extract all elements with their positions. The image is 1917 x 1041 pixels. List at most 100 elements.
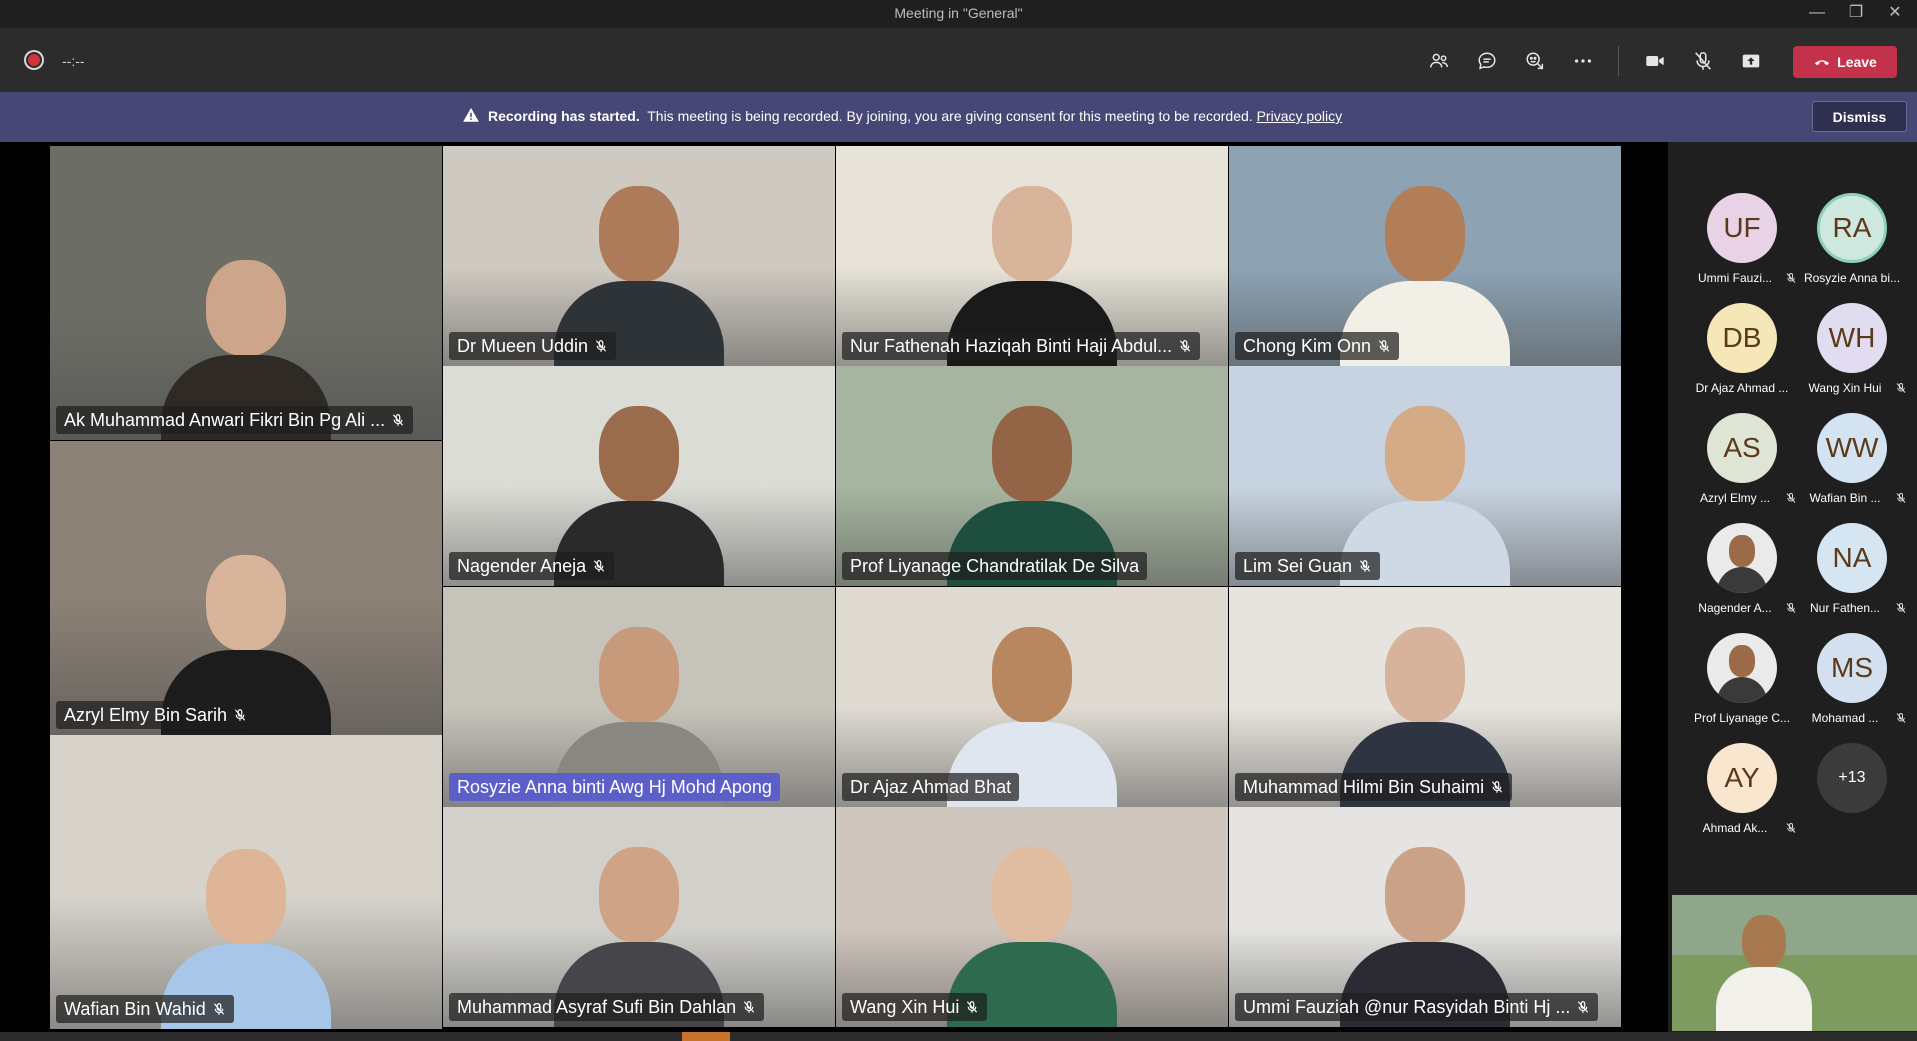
video-tile[interactable]: Dr Ajaz Ahmad Bhat <box>836 587 1228 807</box>
chat-icon <box>1478 52 1496 70</box>
banner-message: Recording has started. This meeting is b… <box>488 108 1342 124</box>
mic-off-icon <box>1359 560 1371 572</box>
roster-name: Nur Fathen... <box>1809 601 1881 615</box>
self-view-video[interactable] <box>1672 895 1917 1031</box>
people-button[interactable] <box>1422 44 1456 78</box>
minimize-icon[interactable]: — <box>1799 0 1835 28</box>
mic-off-icon <box>1786 603 1796 613</box>
phone-icon <box>1815 60 1830 66</box>
mic-off-icon <box>1786 273 1796 283</box>
participant-name-label: Ak Muhammad Anwari Fikri Bin Pg Ali ... <box>56 406 414 434</box>
participant-name: Chong Kim Onn <box>1243 335 1372 356</box>
roster-name: Wafian Bin ... <box>1809 491 1881 505</box>
participant-name: Azryl Elmy Bin Sarih <box>64 704 228 725</box>
participant-head <box>1385 186 1465 282</box>
roster-participant[interactable]: RA Rosyzie Anna bi... <box>1797 193 1907 293</box>
roster-participant[interactable]: UF Ummi Fauzi... <box>1687 193 1797 293</box>
participant-head <box>1385 847 1465 943</box>
more-button[interactable] <box>1566 44 1600 78</box>
participant-name-label: Wafian Bin Wahid <box>56 995 234 1023</box>
participant-name-label: Muhammad Hilmi Bin Suhaimi <box>1235 773 1513 801</box>
recording-banner: Recording has started. This meeting is b… <box>0 92 1917 142</box>
mic-off-icon <box>213 1003 224 1015</box>
video-tile[interactable]: Rosyzie Anna binti Awg Hj Mohd Apong <box>443 587 835 807</box>
window-titlebar: Meeting in "General" — ❐ ✕ <box>0 0 1917 28</box>
roster-name: Ahmad Ak... <box>1702 821 1768 835</box>
taskbar-active-item[interactable] <box>682 1032 730 1041</box>
participant-name-label: Nur Fathenah Haziqah Binti Haji Abdul... <box>842 332 1201 360</box>
mic-off-icon <box>393 414 404 426</box>
restore-icon[interactable]: ❐ <box>1838 0 1874 28</box>
roster-participant[interactable]: MS Mohamad ... <box>1797 633 1907 733</box>
participant-name-label: Nagender Aneja <box>449 552 615 580</box>
mic-off-icon <box>1896 383 1906 393</box>
roster-name: Mohamad ... <box>1811 711 1879 725</box>
participant-head <box>992 186 1072 282</box>
mic-off-icon <box>595 340 607 352</box>
camera-button[interactable] <box>1638 44 1672 78</box>
roster-name: Azryl Elmy ... <box>1699 491 1770 505</box>
participant-name-label: Muhammad Asyraf Sufi Bin Dahlan <box>449 993 765 1021</box>
video-tile[interactable]: Azryl Elmy Bin Sarih <box>50 441 442 735</box>
roster-participant[interactable]: Prof Liyanage C... <box>1687 633 1797 733</box>
video-tile[interactable]: Nur Fathenah Haziqah Binti Haji Abdul... <box>836 146 1228 366</box>
participant-name: Wang Xin Hui <box>850 996 960 1017</box>
roster-name: Ummi Fauzi... <box>1697 271 1772 285</box>
roster-participant[interactable]: AY Ahmad Ak... <box>1687 743 1797 843</box>
dismiss-button[interactable]: Dismiss <box>1812 101 1907 132</box>
participant-name-label: Ummi Fauziah @nur Rasyidah Binti Hj ... <box>1235 993 1599 1021</box>
roster-name: Nagender A... <box>1698 601 1772 615</box>
video-tile[interactable]: Lim Sei Guan <box>1229 366 1621 586</box>
video-tile[interactable]: Muhammad Hilmi Bin Suhaimi <box>1229 587 1621 807</box>
participant-head <box>206 849 286 945</box>
participant-head <box>206 555 286 651</box>
reactions-button[interactable] <box>1518 44 1552 78</box>
roster-participant[interactable]: WH Wang Xin Hui <box>1797 303 1907 403</box>
video-tile[interactable]: Ak Muhammad Anwari Fikri Bin Pg Ali ... <box>50 146 442 440</box>
participant-head <box>599 847 679 943</box>
reactions-icon <box>1526 52 1544 70</box>
privacy-policy-link[interactable]: Privacy policy <box>1257 108 1343 124</box>
avatar <box>1707 633 1777 703</box>
mic-off-icon <box>1578 1001 1589 1013</box>
roster-name: Prof Liyanage C... <box>1693 711 1791 725</box>
avatar: RA <box>1817 193 1887 263</box>
participant-name: Prof Liyanage Chandratilak De Silva <box>850 555 1140 576</box>
roster-participant[interactable]: WW Wafian Bin ... <box>1797 413 1907 513</box>
participant-name: Muhammad Asyraf Sufi Bin Dahlan <box>457 996 737 1017</box>
video-tile[interactable]: Ummi Fauziah @nur Rasyidah Binti Hj ... <box>1229 807 1621 1027</box>
roster-participant[interactable]: AS Azryl Elmy ... <box>1687 413 1797 513</box>
video-tile[interactable]: Dr Mueen Uddin <box>443 146 835 366</box>
participant-head <box>1385 627 1465 723</box>
participant-name-label: Lim Sei Guan <box>1235 552 1381 580</box>
video-tile[interactable]: Nagender Aneja <box>443 366 835 586</box>
video-tile[interactable]: Muhammad Asyraf Sufi Bin Dahlan <box>443 807 835 1027</box>
participant-name-label: Dr Ajaz Ahmad Bhat <box>842 773 1020 801</box>
avatar: WW <box>1817 413 1887 483</box>
participant-name-label: Rosyzie Anna binti Awg Hj Mohd Apong <box>449 773 780 801</box>
mic-off-icon <box>594 560 605 572</box>
mic-button[interactable] <box>1686 44 1720 78</box>
mic-off-icon <box>1180 340 1191 352</box>
chat-button[interactable] <box>1470 44 1504 78</box>
avatar <box>1707 523 1777 593</box>
close-icon[interactable]: ✕ <box>1877 0 1913 28</box>
avatar: UF <box>1707 193 1777 263</box>
video-tile[interactable]: Wafian Bin Wahid <box>50 735 442 1029</box>
video-tile[interactable]: Prof Liyanage Chandratilak De Silva <box>836 366 1228 586</box>
roster-name: Dr Ajaz Ahmad ... <box>1695 381 1789 395</box>
avatar: WH <box>1817 303 1887 373</box>
more-participants-button[interactable]: +13 <box>1797 743 1907 843</box>
video-tile[interactable]: Wang Xin Hui <box>836 807 1228 1027</box>
banner-text: This meeting is being recorded. By joini… <box>647 108 1253 124</box>
roster-participant[interactable]: Nagender A... <box>1687 523 1797 623</box>
leave-button[interactable]: Leave <box>1793 46 1897 78</box>
roster-participant[interactable]: NA Nur Fathen... <box>1797 523 1907 623</box>
banner-title: Recording has started. <box>488 108 640 124</box>
share-tray-button[interactable] <box>1734 44 1768 78</box>
mic-off-icon <box>967 1001 978 1013</box>
participant-name: Nur Fathenah Haziqah Binti Haji Abdul... <box>850 335 1173 356</box>
roster-participant[interactable]: DB Dr Ajaz Ahmad ... <box>1687 303 1797 403</box>
participant-name-label: Dr Mueen Uddin <box>449 332 617 360</box>
video-tile[interactable]: Chong Kim Onn <box>1229 146 1621 366</box>
